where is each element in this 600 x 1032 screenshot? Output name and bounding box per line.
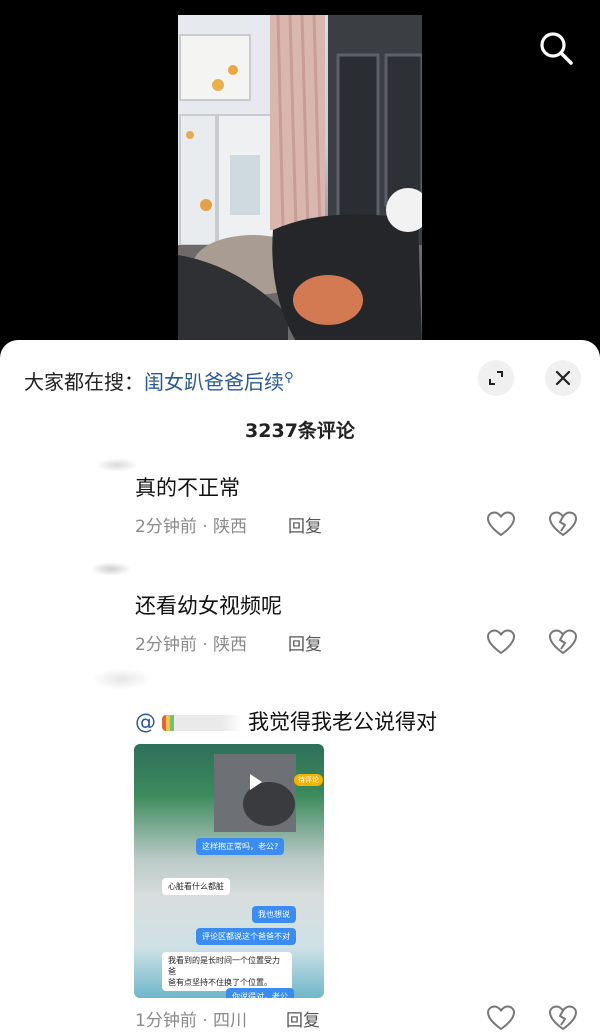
dislike-button[interactable] xyxy=(548,628,578,656)
comment-text: 真的不正常 xyxy=(135,476,240,500)
dislike-button[interactable] xyxy=(548,510,578,538)
small-search-icon: ⚲ xyxy=(284,370,294,386)
avatar[interactable] xyxy=(92,668,152,690)
like-button[interactable] xyxy=(486,628,516,656)
reply-button[interactable]: 回复 xyxy=(288,630,322,655)
mention-prefix[interactable]: @ xyxy=(135,710,156,734)
comment-count-title: 3237条评论 xyxy=(245,420,355,442)
search-button[interactable] xyxy=(536,28,576,68)
chat-bubble: 我也想说 xyxy=(252,906,296,923)
heart-outline-icon xyxy=(486,1005,516,1031)
mentioned-user-blurred[interactable] xyxy=(162,715,242,731)
expand-icon xyxy=(489,371,503,385)
comment-image-attachment[interactable]: 待评论 这样抱正常吗，老公? 心脏看什么都脏 我也想说 评论区都说这个爸爸不对 … xyxy=(134,744,324,998)
trending-search-prefix: 大家都在搜： xyxy=(24,370,144,394)
avatar[interactable] xyxy=(96,458,138,472)
video-player[interactable] xyxy=(0,0,600,360)
expand-button[interactable] xyxy=(478,360,514,396)
heart-outline-icon xyxy=(486,511,516,537)
close-button[interactable] xyxy=(545,360,581,396)
comment-body: 我觉得我老公说得对 xyxy=(248,710,437,734)
attachment-badge: 待评论 xyxy=(294,774,323,786)
chat-bubble: 我看到的是长时间一个位置受力爸 爸有点坚持不住换了个位置。 xyxy=(162,952,292,991)
attachment-video-preview xyxy=(214,754,296,832)
comment-meta: 1分钟前 · 四川 xyxy=(135,1011,248,1031)
comment-sheet: 大家都在搜：闺女趴爸爸后续⚲ 3237条评论 真的不正常 2分钟前 · 陕西 回… xyxy=(0,340,600,1032)
dislike-button[interactable] xyxy=(548,1004,578,1032)
chat-bubble: 这样抱正常吗，老公? xyxy=(196,838,285,855)
chat-bubble: 评论区都说这个爸爸不对 xyxy=(196,928,296,945)
comment-text: 还看幼女视频呢 xyxy=(135,594,282,618)
chat-bubble: 你说得对，老公 xyxy=(226,988,294,998)
like-button[interactable] xyxy=(486,1004,516,1032)
close-icon xyxy=(555,370,571,386)
comment-meta: 2分钟前 · 陕西 xyxy=(135,635,248,655)
trending-search-term[interactable]: 闺女趴爸爸后续 xyxy=(144,370,284,394)
chat-bubble: 心脏看什么都脏 xyxy=(162,878,230,895)
avatar[interactable] xyxy=(90,562,132,576)
video-scene-image xyxy=(178,15,422,345)
comment-item: @ 我觉得我老公说得对 待评论 这样抱正常吗，老公? 心脏看什么都脏 我也想说 评… xyxy=(0,666,600,1032)
reply-button[interactable]: 回复 xyxy=(288,512,322,537)
heart-outline-icon xyxy=(486,629,516,655)
broken-heart-icon xyxy=(548,629,578,655)
trending-search-hint[interactable]: 大家都在搜：闺女趴爸爸后续⚲ xyxy=(24,366,294,395)
chat-bubble-line: 爸有点坚持不住换了个位置。 xyxy=(168,978,272,987)
comment-meta: 2分钟前 · 陕西 xyxy=(135,517,248,537)
broken-heart-icon xyxy=(548,1005,578,1031)
search-icon xyxy=(540,32,573,65)
video-thumbnail[interactable] xyxy=(178,15,422,345)
comment-text: @ 我觉得我老公说得对 xyxy=(135,706,437,736)
like-button[interactable] xyxy=(486,510,516,538)
reply-button[interactable]: 回复 xyxy=(286,1006,320,1031)
chat-bubble-line: 我看到的是长时间一个位置受力爸 xyxy=(168,956,280,976)
play-icon xyxy=(214,754,296,832)
broken-heart-icon xyxy=(548,511,578,537)
